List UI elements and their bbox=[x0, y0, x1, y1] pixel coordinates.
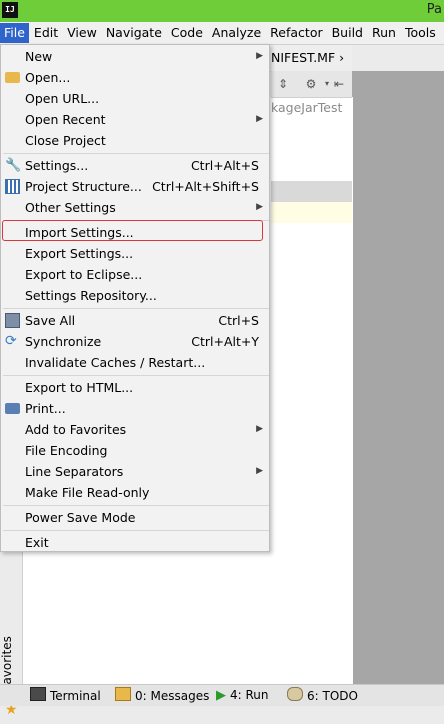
gear-icon[interactable]: ⚙ bbox=[303, 76, 319, 92]
menu-item-make-read-only[interactable]: Make File Read-only bbox=[1, 482, 269, 503]
favorites-tab[interactable]: 2: Favorites ★ bbox=[0, 634, 20, 724]
menu-separator bbox=[3, 153, 269, 154]
submenu-arrow-icon: ▶ bbox=[256, 466, 263, 476]
menu-item-power-save[interactable]: Power Save Mode bbox=[1, 507, 269, 528]
menu-item-save-all[interactable]: Save All Ctrl+S bbox=[1, 310, 269, 331]
save-icon bbox=[5, 313, 20, 328]
menu-item-exit[interactable]: Exit bbox=[1, 532, 269, 553]
todo-icon bbox=[287, 687, 303, 701]
menu-separator bbox=[3, 308, 269, 309]
menu-item-export-settings[interactable]: Export Settings... bbox=[1, 243, 269, 264]
status-bar: Terminal 0: Messages ▶ 4: Run 6: TODO bbox=[0, 684, 444, 706]
menu-run[interactable]: Run bbox=[368, 23, 400, 43]
chevron-right-icon: › bbox=[339, 50, 345, 65]
menu-item-export-html[interactable]: Export to HTML... bbox=[1, 377, 269, 398]
messages-tab[interactable]: 0: Messages bbox=[115, 687, 209, 704]
menu-item-synchronize[interactable]: ⟳ Synchronize Ctrl+Alt+Y bbox=[1, 331, 269, 352]
selected-line bbox=[271, 181, 352, 202]
collapse-icon[interactable]: ⇕ bbox=[275, 76, 291, 92]
menu-item-add-favorites[interactable]: Add to Favorites ▶ bbox=[1, 419, 269, 440]
app-logo-icon: IJ bbox=[2, 2, 18, 18]
panel-toolbar: ⇕ ⚙ ▾ ⇤ bbox=[271, 71, 352, 98]
menu-file[interactable]: File bbox=[0, 23, 29, 43]
menu-item-settings-repository[interactable]: Settings Repository... bbox=[1, 285, 269, 306]
menu-refactor[interactable]: Refactor bbox=[266, 23, 326, 43]
menu-view[interactable]: View bbox=[63, 23, 101, 43]
caret-line bbox=[271, 202, 352, 223]
title-bar: IJ Pa bbox=[0, 0, 444, 22]
menu-separator bbox=[3, 530, 269, 531]
side-panel bbox=[352, 71, 444, 684]
editor-hint-text: kageJarTest bbox=[271, 100, 343, 115]
menu-item-other-settings[interactable]: Other Settings ▶ bbox=[1, 197, 269, 218]
submenu-arrow-icon: ▶ bbox=[256, 114, 263, 124]
todo-tab[interactable]: 6: TODO bbox=[287, 687, 358, 704]
submenu-arrow-icon: ▶ bbox=[256, 424, 263, 434]
breadcrumb[interactable]: NIFEST.MF › bbox=[271, 50, 344, 65]
menu-item-close-project[interactable]: Close Project bbox=[1, 130, 269, 151]
menu-item-open[interactable]: Open... bbox=[1, 67, 269, 88]
window-title: Pa bbox=[426, 2, 442, 17]
menu-code[interactable]: Code bbox=[167, 23, 207, 43]
menu-item-open-recent[interactable]: Open Recent ▶ bbox=[1, 109, 269, 130]
menu-edit[interactable]: Edit bbox=[30, 23, 62, 43]
terminal-tab-label: Terminal bbox=[50, 689, 101, 703]
highlight-annotation-box bbox=[2, 220, 263, 241]
menu-item-export-eclipse[interactable]: Export to Eclipse... bbox=[1, 264, 269, 285]
run-tab-label: 4: Run bbox=[230, 688, 269, 702]
file-menu-dropdown: New ▶ Open... Open URL... Open Recent ▶ … bbox=[0, 44, 270, 552]
menu-bar: File Edit View Navigate Code Analyze Ref… bbox=[0, 22, 444, 45]
project-structure-icon bbox=[5, 179, 20, 194]
menu-item-print[interactable]: Print... bbox=[1, 398, 269, 419]
menu-item-settings[interactable]: 🔧 Settings... Ctrl+Alt+S bbox=[1, 155, 269, 176]
submenu-arrow-icon: ▶ bbox=[256, 202, 263, 212]
menu-item-new[interactable]: New ▶ bbox=[1, 46, 269, 67]
folder-open-icon bbox=[5, 72, 20, 83]
menu-build[interactable]: Build bbox=[328, 23, 367, 43]
printer-icon bbox=[5, 403, 20, 414]
run-icon: ▶ bbox=[216, 688, 226, 703]
terminal-icon bbox=[30, 687, 46, 701]
menu-navigate[interactable]: Navigate bbox=[102, 23, 166, 43]
menu-separator bbox=[3, 375, 269, 376]
menu-item-line-separators[interactable]: Line Separators ▶ bbox=[1, 461, 269, 482]
messages-tab-label: 0: Messages bbox=[135, 689, 210, 703]
menu-item-open-url[interactable]: Open URL... bbox=[1, 88, 269, 109]
refresh-icon: ⟳ bbox=[5, 333, 17, 349]
terminal-tab[interactable]: Terminal bbox=[30, 687, 101, 704]
menu-analyze[interactable]: Analyze bbox=[208, 23, 265, 43]
todo-tab-label: 6: TODO bbox=[307, 689, 358, 703]
hide-panel-icon[interactable]: ⇤ bbox=[331, 76, 347, 92]
submenu-arrow-icon: ▶ bbox=[256, 51, 263, 61]
wrench-icon: 🔧 bbox=[5, 158, 22, 173]
menu-tools[interactable]: Tools bbox=[401, 23, 440, 43]
menu-item-invalidate-caches[interactable]: Invalidate Caches / Restart... bbox=[1, 352, 269, 373]
menu-item-file-encoding[interactable]: File Encoding bbox=[1, 440, 269, 461]
run-tab[interactable]: ▶ 4: Run bbox=[216, 687, 269, 704]
menu-item-project-structure[interactable]: Project Structure... Ctrl+Alt+Shift+S bbox=[1, 176, 269, 197]
menu-separator bbox=[3, 505, 269, 506]
messages-icon bbox=[115, 687, 131, 701]
